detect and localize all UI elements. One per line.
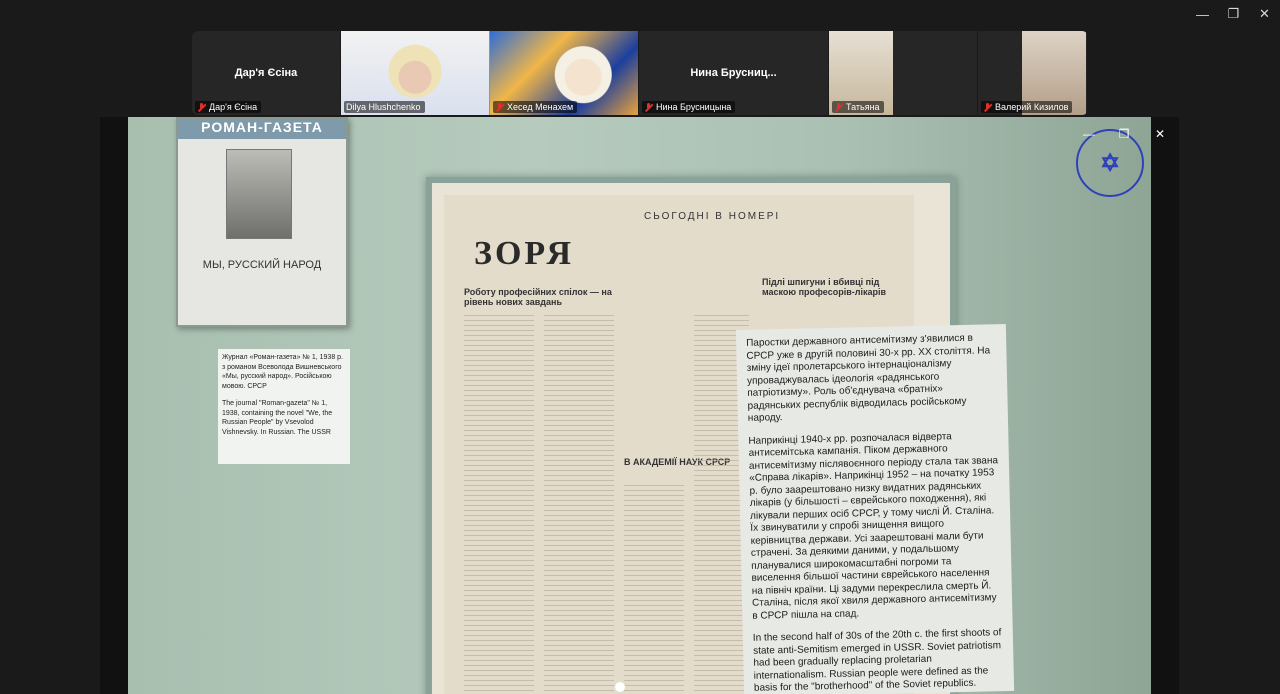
- participant-name: Дар'я Єсіна: [234, 67, 298, 79]
- newspaper-column: [624, 485, 684, 694]
- participant-label-text: Dilya Hlushchenko: [346, 102, 421, 112]
- newspaper-title: ЗОРЯ: [474, 235, 575, 272]
- newspaper-column: [464, 315, 534, 694]
- shared-screen[interactable]: РОМАН-ГАЗЕТА МЫ, РУССКИЙ НАРОД Журнал «Р…: [100, 117, 1179, 694]
- caption-en: The journal "Roman-gazeta" № 1, 1938, co…: [222, 400, 333, 436]
- participant-label: Татьяна: [832, 101, 884, 113]
- newspaper-subheading: Роботу професійних спілок — на рівень но…: [464, 287, 612, 307]
- shared-screen-content: РОМАН-ГАЗЕТА МЫ, РУССКИЙ НАРОД Журнал «Р…: [128, 117, 1151, 694]
- participant-label: Дар'я Єсіна: [195, 101, 262, 113]
- participant-tile[interactable]: Татьяна: [829, 31, 978, 115]
- participant-label: Dilya Hlushchenko: [344, 101, 425, 113]
- exhibit-text-panel: Паростки державного антисемітизму з'явил…: [735, 323, 1015, 694]
- participant-tile[interactable]: Валерий Кизилов: [978, 31, 1088, 115]
- newspaper-subheading: Підлі шпигуни і вбивці під маскою профес…: [762, 277, 886, 297]
- caption-uk: Журнал «Роман-газета» № 1, 1938 р. з ром…: [222, 354, 343, 390]
- mic-muted-icon: [644, 102, 653, 112]
- participant-label: Хесед Менахем: [493, 101, 578, 113]
- panel-paragraph: Паростки державного антисемітизму з'явил…: [746, 332, 991, 424]
- pointer-dot: [615, 682, 625, 692]
- participant-tile-active-speaker[interactable]: Dilya Hlushchenko: [341, 31, 490, 115]
- poster-portrait: [226, 149, 292, 239]
- mic-muted-icon: [197, 102, 206, 112]
- participant-tile[interactable]: Дар'я Єсіна Дар'я Єсіна: [192, 31, 341, 115]
- mic-muted-icon: [495, 102, 504, 112]
- newspaper-column: [544, 315, 614, 694]
- participant-label-text: Хесед Менахем: [507, 102, 574, 112]
- exhibit-caption: Журнал «Роман-газета» № 1, 1938 р. з ром…: [218, 349, 350, 464]
- participant-strip: Дар'я Єсіна Дар'я Єсіна Dilya Hlushchenk…: [192, 31, 1088, 115]
- participant-label-text: Нина Брусницына: [656, 102, 732, 112]
- poster-title: МЫ, РУССКИЙ НАРОД: [202, 259, 322, 271]
- poster-header: РОМАН-ГАЗЕТА: [178, 119, 346, 139]
- participant-name: Нина Брусниц...: [690, 67, 777, 79]
- panel-paragraph-en: In the second half of 30s of the 20th c.…: [752, 627, 1002, 694]
- participant-label-text: Валерий Кизилов: [995, 102, 1069, 112]
- share-minimize-button[interactable]: —: [1080, 125, 1098, 143]
- participant-label: Нина Брусницына: [642, 101, 736, 113]
- exhibit-poster: РОМАН-ГАЗЕТА МЫ, РУССКИЙ НАРОД: [176, 117, 348, 327]
- participant-tile[interactable]: Нина Брусниц... Нина Брусницына: [639, 31, 829, 115]
- mic-muted-icon: [983, 102, 992, 112]
- share-close-button[interactable]: ✕: [1151, 125, 1169, 143]
- participant-label-text: Татьяна: [846, 102, 880, 112]
- newspaper-heading: СЬОГОДНІ В НОМЕРІ: [644, 211, 781, 222]
- panel-paragraph: Наприкінці 1940-х рр. розпочалася відвер…: [748, 430, 999, 622]
- window-controls: — ❐ ✕: [1187, 0, 1280, 28]
- mic-muted-icon: [834, 102, 843, 112]
- restore-button[interactable]: ❐: [1218, 0, 1249, 28]
- share-restore-button[interactable]: ❐: [1115, 125, 1133, 143]
- participant-label: Валерий Кизилов: [981, 101, 1073, 113]
- minimize-button[interactable]: —: [1187, 0, 1218, 28]
- participant-tile[interactable]: Хесед Менахем: [490, 31, 639, 115]
- participant-label-text: Дар'я Єсіна: [209, 102, 258, 112]
- close-button[interactable]: ✕: [1249, 0, 1280, 28]
